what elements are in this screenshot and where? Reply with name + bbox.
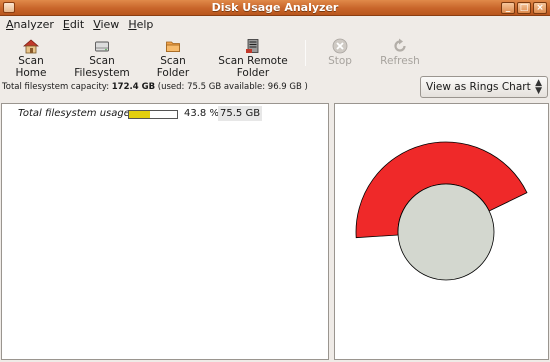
title-bar: Disk Usage Analyzer _ □ × [0, 0, 550, 16]
capacity-row: Total filesystem capacity: 172.4 GB (use… [0, 75, 550, 101]
maximize-button[interactable]: □ [517, 2, 531, 14]
rings-chart-pane[interactable] [334, 103, 549, 360]
scan-remote-folder-button[interactable]: Scan Remote Folder [206, 36, 300, 79]
menu-view[interactable]: View [90, 16, 125, 34]
total-usage-row[interactable]: Total filesystem usage: 43.8 % 75.5 GB [2, 106, 328, 122]
stop-icon [332, 38, 348, 54]
usage-percent: 43.8 % [184, 108, 219, 119]
window-title: Disk Usage Analyzer [211, 1, 339, 14]
select-arrows-icon: ▲ ▼ [535, 78, 542, 96]
capacity-total: 172.4 GB [111, 82, 156, 92]
refresh-label: Refresh [380, 55, 420, 67]
capacity-prefix: Total filesystem capacity: [2, 82, 112, 92]
stop-button[interactable]: Stop [322, 36, 358, 72]
folder-tree-pane[interactable]: Total filesystem usage: 43.8 % 75.5 GB [1, 103, 329, 360]
rings-chart[interactable] [335, 104, 548, 359]
scan-filesystem-button[interactable]: Scan Filesystem [64, 36, 140, 79]
view-mode-select[interactable]: View as Rings Chart ▲ ▼ [420, 76, 548, 98]
drive-icon [94, 38, 110, 54]
refresh-button[interactable]: Refresh [380, 36, 420, 72]
filesystem-capacity-text: Total filesystem capacity: 172.4 GB (use… [2, 82, 308, 92]
refresh-icon [392, 38, 408, 54]
menu-edit[interactable]: Edit [60, 16, 90, 34]
scan-home-button[interactable]: Scan Home [4, 36, 58, 79]
scan-folder-button[interactable]: Scan Folder [144, 36, 202, 79]
view-mode-selected: View as Rings Chart [426, 81, 531, 93]
home-icon [22, 38, 40, 54]
menu-help[interactable]: Help [125, 16, 159, 34]
stop-label: Stop [328, 55, 352, 67]
menu-bar: Analyzer Edit View Help [0, 16, 550, 34]
minimize-button[interactable]: _ [501, 2, 515, 14]
menu-analyzer[interactable]: Analyzer [3, 16, 60, 34]
folder-icon [165, 38, 181, 54]
usage-size: 75.5 GB [218, 106, 263, 121]
usage-bar-fill [129, 111, 151, 118]
toolbar: Scan Home Scan Filesystem Scan Folder Sc… [0, 36, 550, 79]
window-controls: _ □ × [501, 2, 547, 14]
usage-bar [128, 110, 178, 119]
total-usage-label: Total filesystem usage: [18, 108, 134, 119]
ring-center-circle[interactable] [397, 183, 495, 281]
capacity-detail: (used: 75.5 GB available: 96.9 GB ) [155, 82, 308, 92]
server-icon [245, 38, 261, 54]
close-button[interactable]: × [533, 2, 547, 14]
toolbar-separator [305, 40, 306, 66]
